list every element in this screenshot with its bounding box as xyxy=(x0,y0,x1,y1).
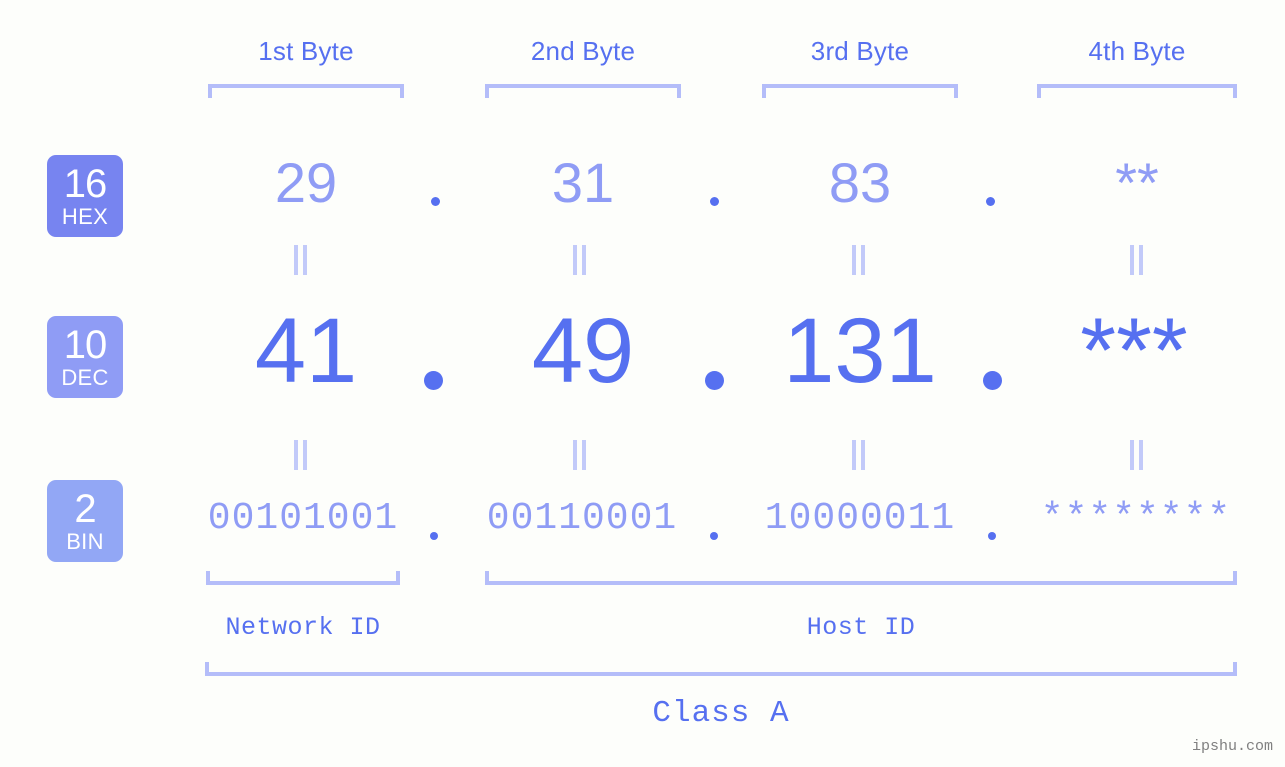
bin-byte-4: ******** xyxy=(1040,497,1232,540)
hex-byte-4: ** xyxy=(1115,151,1159,214)
byte-bracket-2 xyxy=(485,84,681,98)
ip-address-breakdown-diagram: 1st Byte 2nd Byte 3rd Byte 4th Byte 16 H… xyxy=(0,0,1285,767)
network-id-label: Network ID xyxy=(225,613,381,642)
equals-glyph-hex-dec-3 xyxy=(852,245,866,275)
base-badge-dec-name: DEC xyxy=(61,365,109,390)
host-id-label: Host ID xyxy=(806,613,916,642)
byte-header-2: 2nd Byte xyxy=(530,36,636,66)
dec-byte-1: 41 xyxy=(254,300,358,402)
base-badge-hex-number: 16 xyxy=(63,162,107,206)
base-badge-hex: 16 HEX xyxy=(47,155,123,237)
equals-glyph-dec-bin-4 xyxy=(1130,440,1144,470)
base-badge-bin-number: 2 xyxy=(74,487,96,531)
dec-separator-3 xyxy=(983,371,1002,390)
equals-glyph-dec-bin-3 xyxy=(852,440,866,470)
base-badge-bin-name: BIN xyxy=(66,529,104,554)
equals-glyph-dec-bin-2 xyxy=(573,440,587,470)
hex-byte-2: 31 xyxy=(551,151,615,214)
bin-separator-1 xyxy=(430,532,438,540)
equals-glyph-hex-dec-1 xyxy=(294,245,308,275)
hex-separator-3 xyxy=(986,197,995,206)
base-badge-hex-name: HEX xyxy=(61,204,109,229)
byte-header-4: 4th Byte xyxy=(1088,36,1186,66)
bin-byte-3: 10000011 xyxy=(764,497,956,540)
byte-bracket-4 xyxy=(1037,84,1237,98)
dec-separator-1 xyxy=(424,371,443,390)
byte-header-3: 3rd Byte xyxy=(810,36,910,66)
base-badge-bin: 2 BIN xyxy=(47,480,123,562)
hex-separator-1 xyxy=(431,197,440,206)
bin-byte-1: 00101001 xyxy=(207,497,399,540)
dec-byte-2: 49 xyxy=(531,300,635,402)
bin-byte-2: 00110001 xyxy=(486,497,678,540)
hex-separator-2 xyxy=(710,197,719,206)
equals-glyph-hex-dec-4 xyxy=(1130,245,1144,275)
byte-header-1: 1st Byte xyxy=(258,36,354,66)
watermark: ipshu.com xyxy=(1191,738,1273,755)
equals-glyph-hex-dec-2 xyxy=(573,245,587,275)
network-id-bracket xyxy=(206,571,400,585)
dec-byte-3: 131 xyxy=(783,300,937,402)
class-label: Class A xyxy=(652,696,790,731)
dec-byte-4: *** xyxy=(1080,300,1188,402)
equals-glyph-dec-bin-1 xyxy=(294,440,308,470)
host-id-bracket xyxy=(485,571,1237,585)
hex-byte-1: 29 xyxy=(274,151,338,214)
dec-separator-2 xyxy=(705,371,724,390)
hex-byte-3: 83 xyxy=(828,151,892,214)
bin-separator-3 xyxy=(988,532,996,540)
byte-bracket-3 xyxy=(762,84,958,98)
class-bracket xyxy=(205,662,1237,676)
base-badge-dec-number: 10 xyxy=(63,323,107,367)
byte-bracket-1 xyxy=(208,84,404,98)
bin-separator-2 xyxy=(710,532,718,540)
base-badge-dec: 10 DEC xyxy=(47,316,123,398)
